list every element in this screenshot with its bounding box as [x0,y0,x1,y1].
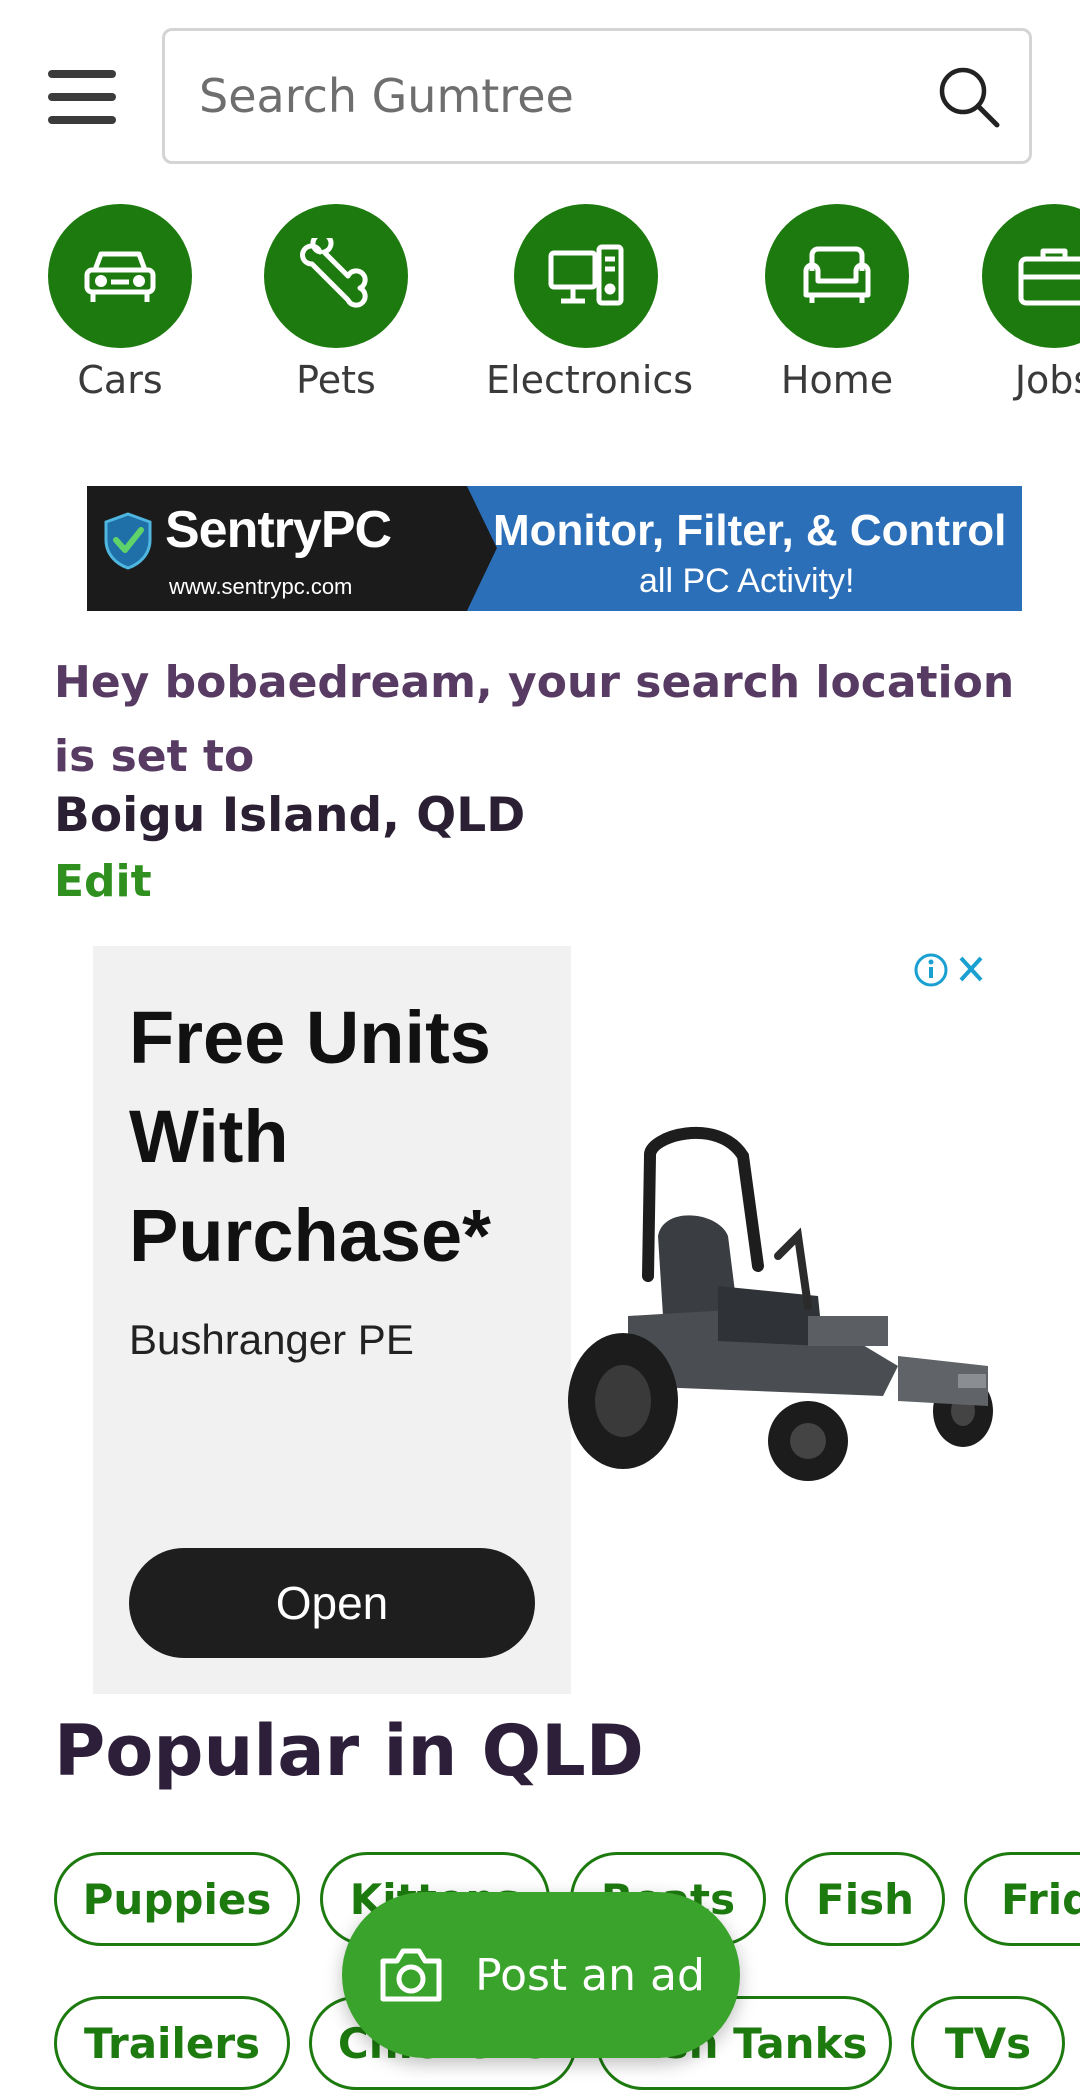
bushranger-display-ad[interactable]: Free Units With Purchase* Bushranger PE … [93,946,993,1694]
computer-icon [548,244,624,306]
category-jobs[interactable]: Jobs [954,204,1080,402]
post-an-ad-label: Post an ad [475,1949,705,2001]
ad-advertiser: Bushranger PE [129,1316,414,1363]
info-icon[interactable] [914,953,948,987]
ad-choices [914,953,983,987]
search-input[interactable] [199,51,899,141]
category-home[interactable]: Home [737,204,937,402]
popular-chip[interactable]: Puppies [54,1852,300,1946]
location-message: Hey bobaedream, your search location is … [54,657,1015,782]
ad-headline: Free Units With Purchase* [129,996,491,1277]
category-label: Jobs [1014,358,1080,402]
category-label: Electronics [486,358,694,402]
ad-open-button[interactable]: Open [129,1548,535,1658]
popular-chip[interactable]: Fridge [964,1852,1080,1946]
banner-tagline: Monitor, Filter, & Control [493,506,1007,555]
banner-chevron-divider [427,486,497,611]
shield-check-icon [104,512,152,570]
briefcase-icon [1018,248,1080,306]
category-label: Pets [296,358,376,402]
popular-chip[interactable]: Fish [785,1852,945,1946]
car-icon [84,251,156,302]
banner-brand: SentryPC [165,501,392,559]
banner-subtagline: all PC Activity! [639,562,855,600]
sentrypc-banner-ad[interactable]: SentryPC www.sentrypc.com Monitor, Filte… [87,486,1022,611]
popular-chip[interactable]: TVs [911,1996,1065,2090]
bone-icon [300,238,368,308]
category-pets[interactable]: Pets [236,204,436,402]
category-electronics[interactable]: Electronics [486,204,694,402]
hamburger-menu-icon[interactable] [48,70,116,124]
post-an-ad-button[interactable]: Post an ad [342,1892,740,2058]
search-bar[interactable] [162,28,1032,164]
location-name: Boigu Island, QLD [54,788,526,843]
category-label: Cars [77,358,163,402]
edit-location-link[interactable]: Edit [54,856,152,907]
ride-on-mower-image [568,1126,993,1481]
banner-url: www.sentrypc.com [169,574,353,599]
category-cars[interactable]: Cars [20,204,220,402]
popular-chip[interactable]: Trailers [54,1996,290,2090]
sofa-icon [803,246,871,303]
popular-section-title: Popular in QLD [54,1710,644,1792]
category-label: Home [780,358,894,402]
close-icon[interactable] [959,956,983,982]
search-icon[interactable] [935,63,1001,129]
camera-icon [380,1948,442,2002]
